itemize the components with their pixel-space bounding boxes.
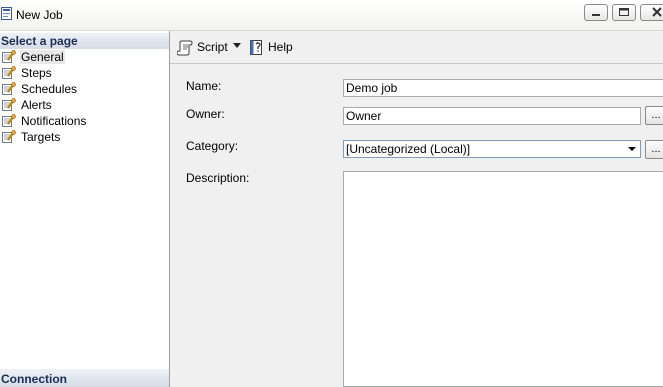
chevron-down-icon[interactable] (233, 43, 241, 48)
toolbar: Script Help (170, 31, 663, 64)
close-button[interactable] (640, 4, 663, 21)
page-wrench-icon (2, 66, 16, 79)
script-label: Script (197, 40, 228, 54)
help-button[interactable]: Help (248, 39, 293, 57)
name-field[interactable]: Demo job (343, 79, 663, 97)
page-wrench-icon (2, 114, 16, 127)
category-label: Category: (186, 139, 239, 153)
page-item-schedules[interactable]: Schedules (0, 81, 169, 97)
page-item-general[interactable]: General (0, 49, 169, 65)
category-select[interactable]: [Uncategorized (Local)] (343, 140, 641, 158)
script-icon (177, 40, 193, 56)
description-label: Description: (186, 171, 250, 185)
category-browse-button[interactable]: ... (645, 140, 663, 159)
category-value: [Uncategorized (Local)] (346, 142, 471, 156)
sql-job-icon (1, 7, 12, 20)
page-selector-pane: Select a page General Steps Schedules Al… (0, 31, 170, 387)
owner-browse-button[interactable]: ... (645, 106, 663, 125)
window-title: New Job (16, 8, 63, 22)
page-wrench-icon (2, 130, 16, 143)
page-item-label: General (20, 50, 65, 64)
description-textarea[interactable] (343, 171, 663, 387)
page-item-notifications[interactable]: Notifications (0, 113, 169, 129)
page-wrench-icon (2, 50, 16, 63)
general-form: Name: Demo job Owner: Owner ... Category… (170, 64, 663, 387)
page-item-steps[interactable]: Steps (0, 65, 169, 81)
job-properties-pane: Script Help Name: Demo job Owner: Owner … (170, 31, 663, 387)
minimize-icon (592, 14, 600, 16)
page-item-label: Alerts (21, 98, 52, 112)
script-button[interactable]: Script (177, 39, 228, 57)
chevron-down-icon[interactable] (624, 141, 640, 157)
owner-field[interactable]: Owner (343, 107, 641, 125)
help-icon (250, 40, 262, 55)
page-item-targets[interactable]: Targets (0, 129, 169, 145)
owner-label: Owner: (186, 107, 225, 121)
close-icon (652, 7, 662, 17)
page-wrench-icon (2, 98, 16, 111)
page-item-alerts[interactable]: Alerts (0, 97, 169, 113)
page-item-label: Notifications (21, 114, 87, 128)
restore-button[interactable] (612, 4, 636, 21)
restore-icon (619, 8, 629, 16)
name-label: Name: (186, 79, 222, 93)
page-item-label: Schedules (21, 82, 78, 96)
connection-header: Connection (0, 369, 169, 387)
page-wrench-icon (2, 82, 16, 95)
help-label: Help (268, 40, 293, 54)
select-page-header: Select a page (0, 33, 169, 49)
page-item-label: Steps (21, 66, 52, 80)
minimize-button[interactable] (584, 4, 608, 21)
page-list: General Steps Schedules Alerts Notificat… (0, 49, 169, 145)
page-item-label: Targets (21, 130, 61, 144)
title-bar: New Job (0, 0, 663, 31)
